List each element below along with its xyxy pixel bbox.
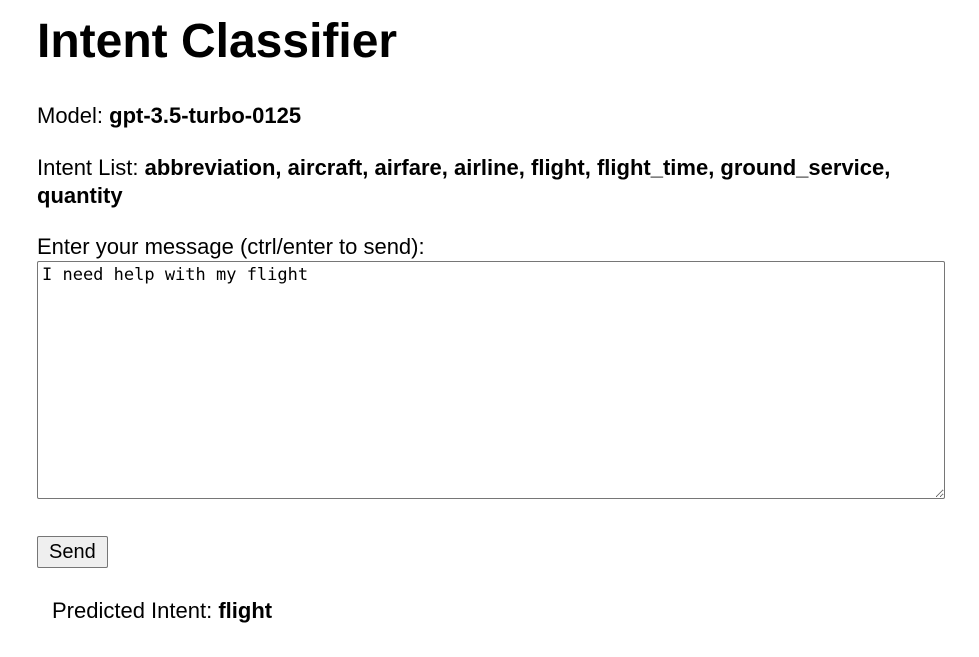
model-value: gpt-3.5-turbo-0125 <box>109 103 302 128</box>
intent-list-value: abbreviation, aircraft, airfare, airline… <box>37 155 891 208</box>
page-title: Intent Classifier <box>37 15 398 68</box>
model-label: Model: <box>37 103 110 128</box>
predicted-intent-label: Predicted Intent: <box>52 598 219 623</box>
model-info: Model: gpt-3.5-turbo-0125 <box>37 102 942 130</box>
predicted-intent-value: flight <box>218 598 273 623</box>
intent-list-info: Intent List: abbreviation, aircraft, air… <box>37 154 897 210</box>
message-input[interactable]: I need help with my flight <box>37 261 945 499</box>
predicted-intent: Predicted Intent: flight <box>52 597 942 625</box>
send-button[interactable]: Send <box>37 536 108 568</box>
intent-list-label: Intent List: <box>37 155 145 180</box>
page: Intent Classifier Model: gpt-3.5-turbo-0… <box>0 0 945 657</box>
message-label: Enter your message (ctrl/enter to send): <box>37 234 425 259</box>
